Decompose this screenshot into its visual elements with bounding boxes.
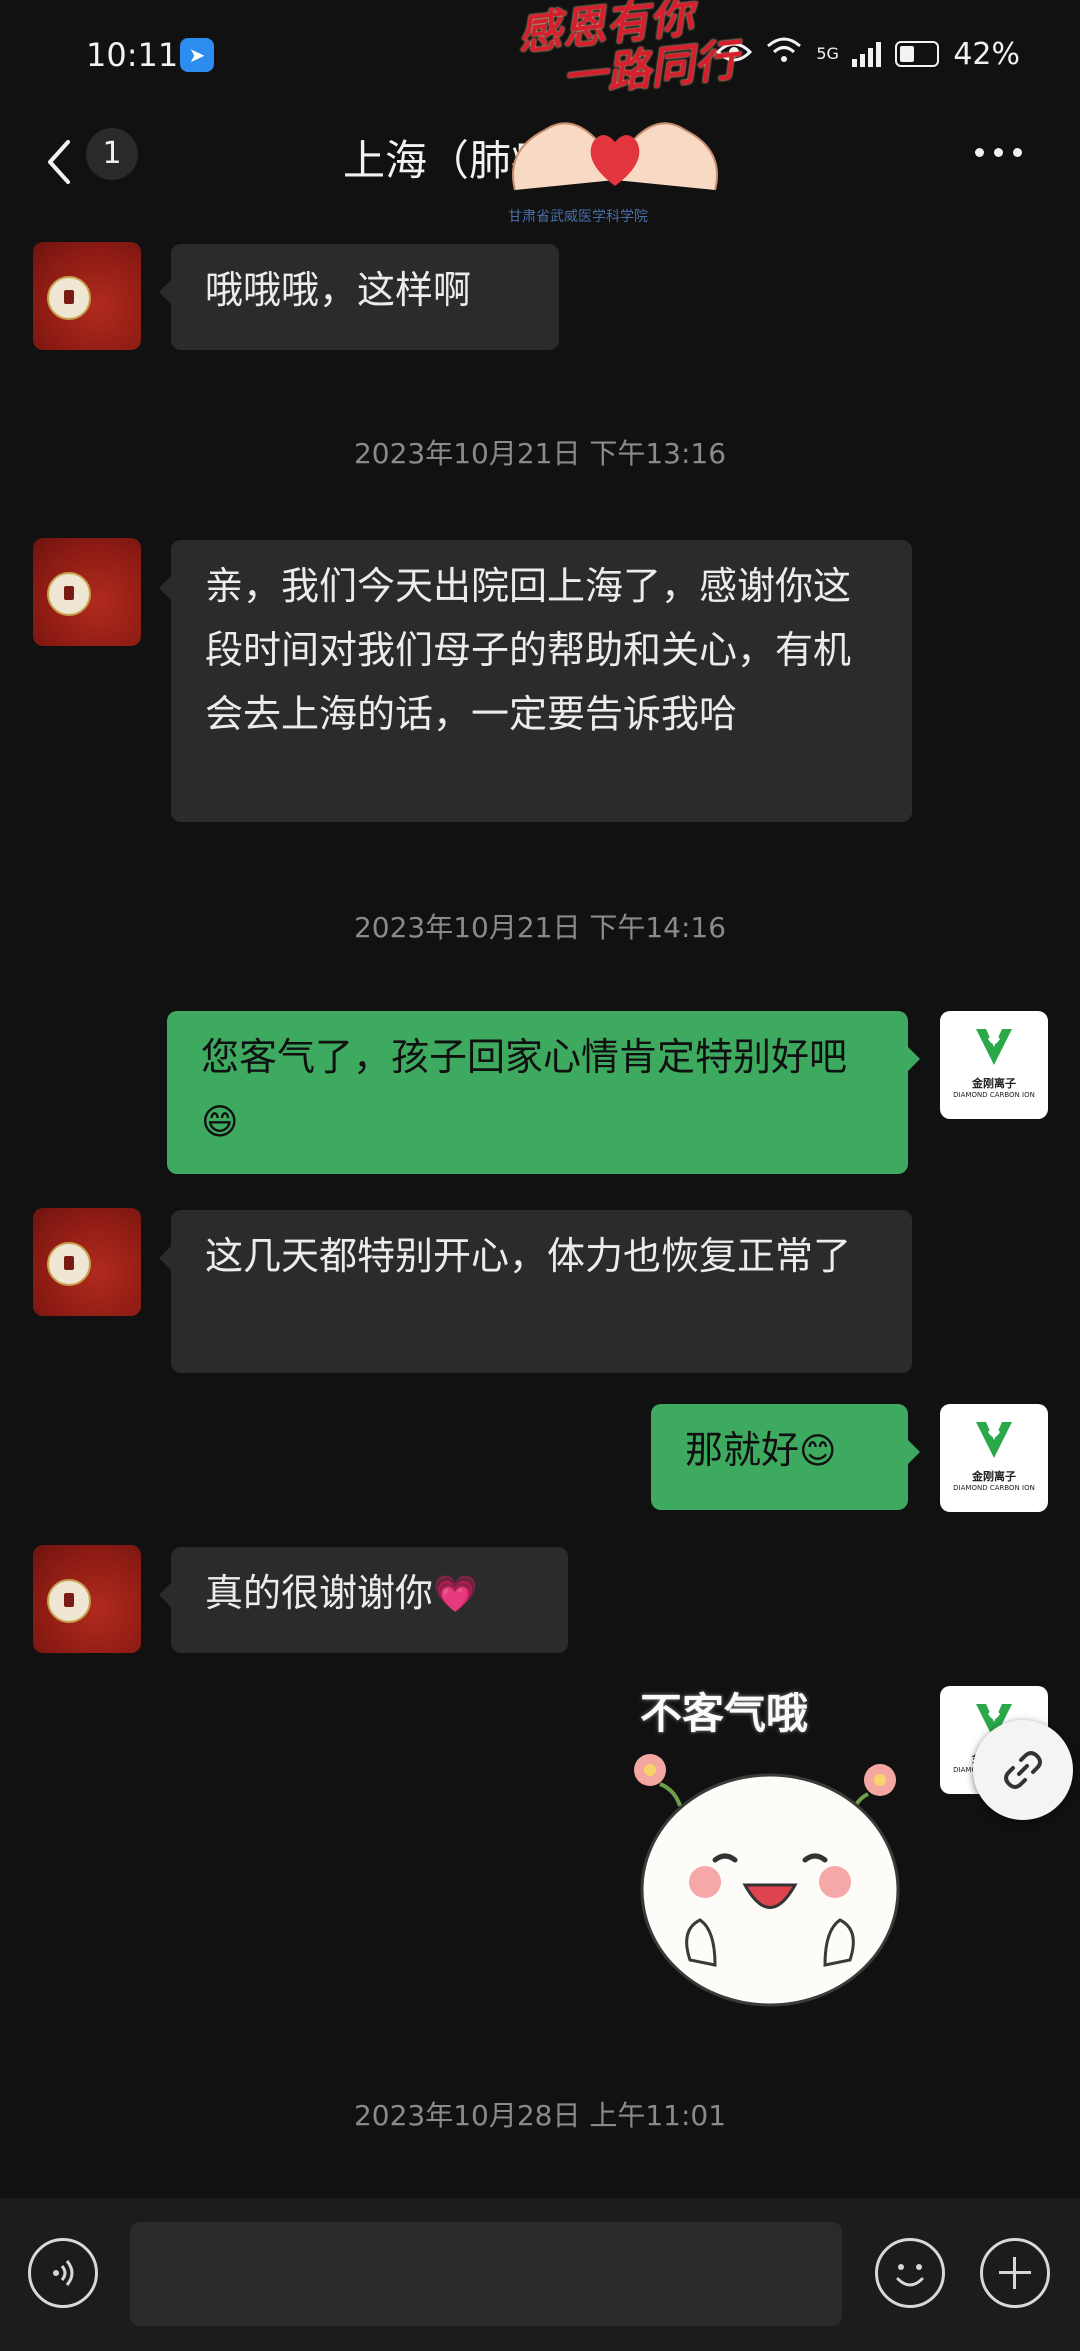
unread-count-badge[interactable]: 1 — [86, 128, 138, 180]
message-bubble-outgoing[interactable]: 您客气了，孩子回家心情肯定特别好吧😄 — [167, 1011, 920, 1174]
signal-icon — [852, 41, 882, 67]
brand-name: 金刚离子 — [972, 1470, 1016, 1483]
happy-bun-icon — [634, 1754, 900, 2007]
emoji-button[interactable] — [875, 2238, 945, 2308]
heart-hands-icon — [512, 122, 718, 191]
battery-icon — [895, 41, 940, 67]
watermark: 感恩有你 一路同行 甘肃省武威医学科学院 — [480, 0, 750, 260]
message-bubble-incoming[interactable]: 这几天都特别开心，体力也恢复正常了 — [159, 1210, 912, 1373]
plus-button[interactable] — [980, 2238, 1050, 2308]
message-bubble-outgoing[interactable]: 那就好😊 — [651, 1404, 920, 1510]
smile-emoji: 😊 — [799, 1431, 837, 1472]
contact-avatar[interactable] — [33, 538, 141, 646]
brand-name: 金刚离子 — [972, 1077, 1016, 1090]
link-icon — [1004, 1751, 1042, 1789]
app-notification-icon: ➤ — [180, 38, 214, 72]
voice-button[interactable] — [28, 2238, 98, 2308]
status-time: 10:11 — [86, 36, 179, 74]
brand-name-en: DIAMOND CARBON ION — [953, 1484, 1035, 1492]
contact-avatar[interactable] — [33, 1545, 141, 1653]
timestamp: 2023年10月21日 下午13:16 — [353, 437, 727, 470]
heart-emoji: 💗 — [433, 1574, 478, 1615]
message-input[interactable] — [130, 2222, 842, 2326]
sticker-message[interactable]: 不客气哦 — [620, 1680, 920, 2020]
voice-icon — [53, 2260, 74, 2286]
link-button[interactable] — [973, 1720, 1073, 1820]
message-bubble-incoming[interactable]: 真的很谢谢你💗 — [159, 1547, 568, 1653]
timestamp: 2023年10月21日 下午14:16 — [353, 911, 727, 944]
message-bubble-incoming[interactable]: 哦哦哦，这样啊 — [159, 244, 559, 350]
input-bar — [0, 2198, 1080, 2351]
more-button[interactable] — [975, 148, 1035, 162]
network-type: 5G — [816, 44, 839, 63]
emoji-icon — [896, 2264, 924, 2287]
chevron-left-icon — [48, 140, 70, 184]
brand-logo-icon — [976, 1029, 1012, 1065]
status-icons: 5G 42% — [716, 36, 1020, 72]
grin-emoji: 😄 — [201, 1102, 239, 1143]
my-avatar[interactable]: 金刚离子 DIAMOND CARBON ION — [940, 1011, 1048, 1119]
timestamp: 2023年10月28日 上午11:01 — [353, 2099, 727, 2132]
sticker-text: 不客气哦 — [640, 1689, 809, 1738]
contact-avatar[interactable] — [33, 1208, 141, 1316]
watermark-org: 甘肃省武威医学科学院 — [508, 209, 648, 225]
brand-logo-icon — [976, 1422, 1012, 1458]
brand-name-en: DIAMOND CARBON ION — [953, 1091, 1035, 1099]
wifi-icon — [766, 36, 802, 72]
contact-avatar[interactable] — [33, 242, 141, 350]
battery-level: 42% — [953, 36, 1020, 72]
my-avatar[interactable]: 金刚离子 DIAMOND CARBON ION — [940, 1404, 1048, 1512]
message-bubble-incoming[interactable]: 亲，我们今天出院回上海了，感谢你这段时间对我们母子的帮助和关心，有机会去上海的话… — [159, 540, 912, 822]
